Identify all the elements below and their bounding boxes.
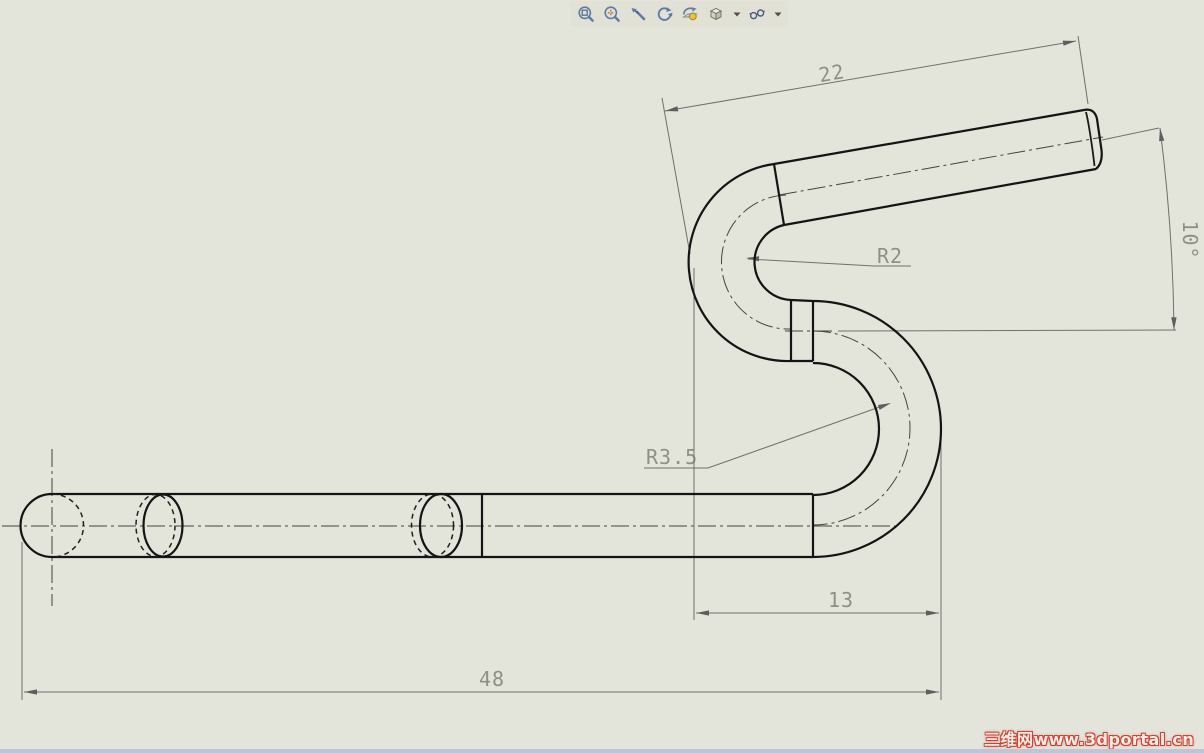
dim-text-10deg[interactable]: 10° xyxy=(1178,220,1202,259)
view-orientation-icon[interactable] xyxy=(706,4,726,24)
3d-drawing-view-icon[interactable] xyxy=(680,4,700,24)
dim-text-48[interactable]: 48 xyxy=(479,667,505,691)
site-watermark: 三维网www.3dportal.cn xyxy=(984,730,1195,749)
part-bent-wire[interactable] xyxy=(19,108,1103,559)
dimension-r2[interactable]: R2 xyxy=(746,244,911,268)
dimension-13[interactable]: 13 xyxy=(693,268,942,700)
dim-text-r2[interactable]: R2 xyxy=(877,244,903,268)
rotate-view-icon[interactable] xyxy=(654,4,674,24)
dimension-r3_5[interactable]: R3.5 xyxy=(644,403,891,469)
view-orientation-caret-icon[interactable] xyxy=(732,4,741,24)
heads-up-view-toolbar xyxy=(570,1,788,27)
display-style-caret-icon[interactable] xyxy=(773,4,782,24)
solidworks-graphics-area: 22 10° R2 R3.5 13 48 三维网www.3dportal.cn xyxy=(0,0,1204,753)
dim-text-22[interactable]: 22 xyxy=(817,59,847,87)
centerlines xyxy=(2,136,1104,606)
window-bottom-edge xyxy=(0,749,1204,753)
dim-text-r3_5[interactable]: R3.5 xyxy=(646,445,698,469)
dimension-10deg[interactable]: 10° xyxy=(837,127,1202,332)
dimension-22[interactable]: 22 xyxy=(661,35,1089,255)
previous-view-icon[interactable] xyxy=(628,4,648,24)
display-style-icon[interactable] xyxy=(747,4,767,24)
zoom-to-area-icon[interactable] xyxy=(602,4,622,24)
dim-text-13[interactable]: 13 xyxy=(828,588,854,612)
zoom-to-fit-icon[interactable] xyxy=(576,4,596,24)
drawing-sheet: 22 10° R2 R3.5 13 48 xyxy=(2,35,1202,700)
dimension-48[interactable]: 48 xyxy=(21,542,939,700)
